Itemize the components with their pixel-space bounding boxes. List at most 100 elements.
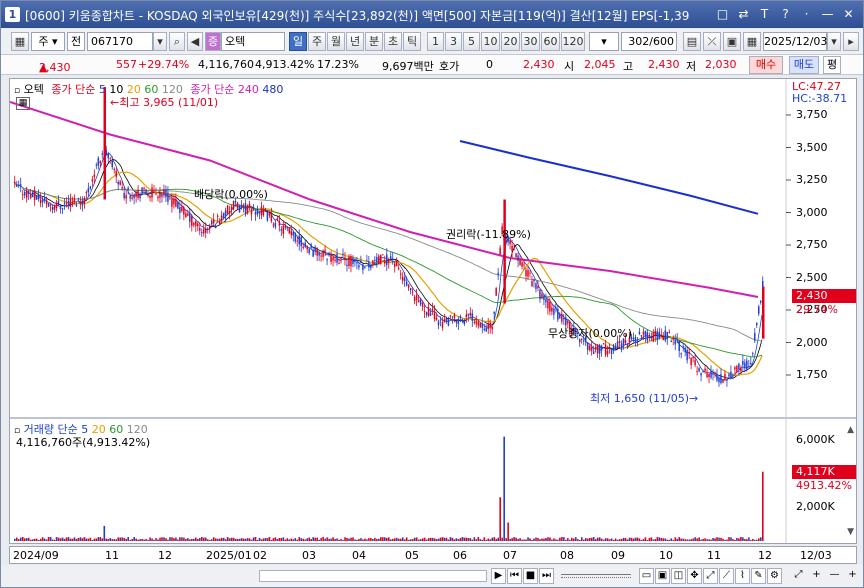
volume-bar (19, 537, 22, 541)
volume-bar (606, 538, 609, 541)
date-field[interactable]: 2025/12/03 (763, 32, 827, 51)
calendar-icon[interactable]: ▦ (743, 32, 761, 51)
step-back-icon[interactable]: ⏮ (507, 568, 522, 584)
move-icon[interactable]: ⤢ (703, 568, 718, 584)
zoom-in-icon[interactable]: ▣ (655, 568, 670, 584)
sound-icon[interactable]: ◀ (187, 32, 203, 51)
scroll-right-icon[interactable]: ▶ (491, 568, 506, 584)
board-select[interactable]: 전 (67, 32, 85, 51)
link-icon[interactable]: ⇄ (735, 5, 752, 23)
candle-body (644, 330, 647, 337)
candle-body (15, 184, 18, 187)
more-icon[interactable]: ▸ (843, 32, 859, 51)
save-icon[interactable]: ▣ (723, 32, 741, 51)
text-icon[interactable]: T (756, 5, 773, 23)
volume-bar (722, 538, 724, 541)
interval-30-button[interactable]: 30 (521, 32, 540, 51)
sell-button[interactable]: 매도 (789, 56, 819, 74)
candle-body (197, 223, 199, 227)
interval-3-button[interactable]: 3 (445, 32, 462, 51)
candle-body (161, 193, 163, 197)
volume-bar (165, 538, 167, 541)
interval-1-button[interactable]: 1 (427, 32, 444, 51)
candle-body (596, 344, 599, 354)
scroll-up-icon[interactable]: ▲ (847, 425, 854, 435)
zigzag-icon[interactable]: ⌇ (735, 568, 750, 584)
zoom-out-icon[interactable]: ▭ (639, 568, 654, 584)
period-week-button[interactable]: 주 (308, 32, 326, 51)
eval-button[interactable]: 평 (823, 56, 841, 74)
add-icon[interactable]: + (845, 568, 860, 584)
period-tick-button[interactable]: 틱 (403, 32, 421, 51)
gear-icon[interactable]: ⚙ (767, 568, 782, 584)
pencil-icon[interactable]: ✎ (751, 568, 766, 584)
volume-bar (409, 539, 412, 541)
volume-bar (115, 539, 118, 541)
volume-bar (445, 537, 448, 541)
date-dropdown-icon[interactable]: ▾ (827, 32, 841, 51)
zoom-plus-icon[interactable]: + (809, 568, 824, 584)
restore-layout-icon[interactable]: □ (714, 5, 731, 23)
volume-bar (376, 539, 378, 541)
candle-body (415, 295, 418, 300)
candle-body (310, 244, 312, 248)
period-day-button[interactable]: 일 (289, 32, 307, 51)
period-minute-button[interactable]: 분 (365, 32, 383, 51)
volume-bar (527, 537, 529, 541)
pin-icon[interactable]: · (798, 5, 815, 23)
volume-bar (125, 538, 128, 541)
stop-icon[interactable]: ■ (523, 568, 538, 584)
market-type-select[interactable]: 주 ▾ (31, 32, 65, 51)
scroll-down-icon[interactable]: ▼ (847, 527, 854, 537)
chart-svg[interactable] (10, 79, 856, 543)
interval-custom-select[interactable]: ▾ (589, 32, 619, 51)
interval-10-button[interactable]: 10 (481, 32, 500, 51)
candle-body (590, 347, 593, 351)
interval-5-button[interactable]: 5 (463, 32, 480, 51)
code-dropdown-icon[interactable]: ▾ (153, 32, 167, 51)
candle-body (79, 201, 82, 204)
minimize-button[interactable]: — (819, 5, 836, 23)
crosshair-icon[interactable]: ✥ (687, 568, 702, 584)
volume-bar (195, 537, 197, 541)
volume-bar (537, 537, 539, 541)
candle-body (226, 205, 229, 214)
chart-area[interactable]: ▫ 오텍 종가 단순 5 10 20 60 120 종가 단순 240 480 … (9, 78, 857, 544)
step-forward-icon[interactable]: ⏭ (539, 568, 554, 584)
table-view-icon[interactable]: ▦ (16, 97, 30, 110)
period-year-button[interactable]: 년 (346, 32, 364, 51)
interval-120-button[interactable]: 120 (561, 32, 585, 51)
price-y-tick: 3,500 (796, 140, 828, 154)
close-button[interactable]: ✕ (840, 5, 857, 23)
stock-code-input[interactable]: 067170 (87, 32, 153, 51)
zoom-slider[interactable] (561, 574, 631, 578)
compare-icon[interactable]: ⤫ (703, 32, 721, 51)
stock-name-field[interactable]: 오텍 (221, 32, 285, 51)
candle-body (228, 211, 231, 214)
candle-body (545, 299, 547, 303)
grid-icon[interactable]: ▤ (683, 32, 701, 51)
help-icon[interactable]: ? (777, 5, 794, 23)
view-count-field[interactable]: 302/600 (621, 32, 677, 51)
volume-bar (730, 537, 732, 541)
expand-icon[interactable]: ⤢ (791, 568, 806, 584)
trend-icon[interactable]: ⟋ (719, 568, 734, 584)
candle-body (167, 192, 169, 202)
fit-icon[interactable]: ◫ (671, 568, 686, 584)
zoom-minus-icon[interactable]: — (827, 568, 842, 584)
volume-bar (308, 537, 311, 541)
candle-body (278, 221, 281, 226)
collapse-icon[interactable]: ▫ (14, 86, 20, 96)
candle-body (342, 253, 344, 255)
period-second-button[interactable]: 초 (384, 32, 402, 51)
volume-bar (352, 537, 354, 541)
layout-icon[interactable]: ▦ (11, 32, 29, 51)
interval-60-button[interactable]: 60 (541, 32, 560, 51)
volume-bar (364, 538, 366, 541)
volume-bar (582, 539, 585, 541)
horizontal-scrollbar[interactable] (259, 570, 487, 582)
search-icon[interactable]: ⌕ (169, 32, 185, 51)
period-month-button[interactable]: 월 (327, 32, 345, 51)
buy-button[interactable]: 매수 (749, 56, 783, 74)
interval-20-button[interactable]: 20 (501, 32, 520, 51)
